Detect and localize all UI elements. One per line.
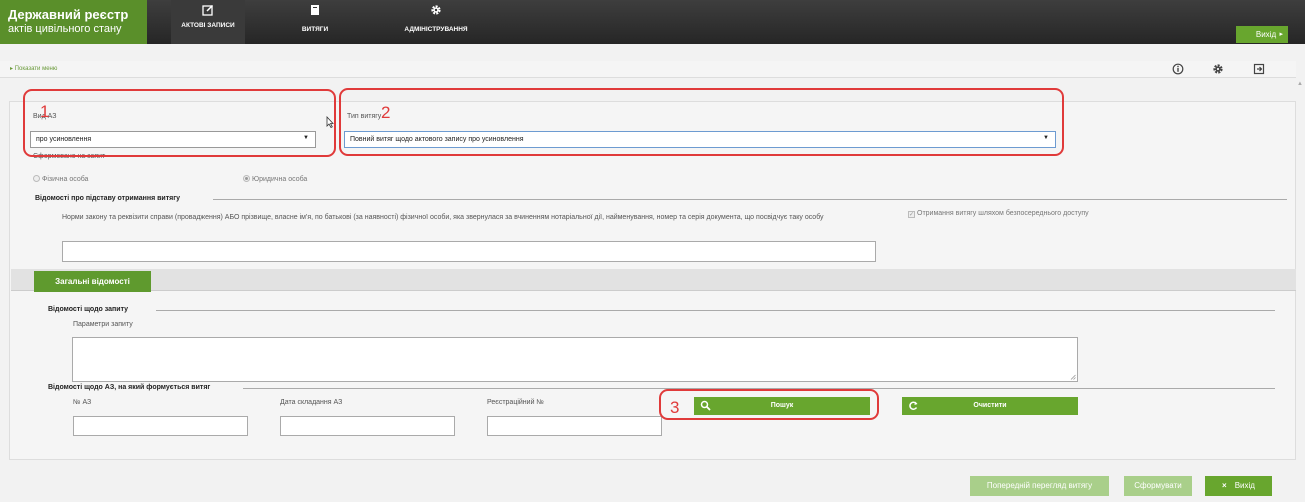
tab-administration-label: АДМІНІСТРУВАННЯ bbox=[404, 26, 468, 33]
checkmark-icon: ✓ bbox=[908, 211, 915, 218]
tab-act-records[interactable]: АКТОВІ ЗАПИСИ bbox=[171, 0, 245, 44]
brand-title: Державний реєстр bbox=[8, 7, 129, 22]
tab-general-info[interactable]: Загальні відомості bbox=[34, 271, 151, 292]
tab-extracts[interactable]: ВИТЯГИ bbox=[286, 0, 344, 44]
direct-access-label: Отримання витягу шляхом безпосереднього … bbox=[917, 210, 1089, 217]
info-icon[interactable] bbox=[1172, 63, 1184, 75]
az-number-label: № АЗ bbox=[73, 399, 92, 406]
close-icon: × bbox=[1222, 481, 1227, 490]
footer-exit-label: Вихід bbox=[1234, 481, 1255, 490]
reg-number-input[interactable] bbox=[487, 416, 662, 436]
top-navigation-bar: Державний реєстр актів цивільного стану … bbox=[0, 0, 1305, 44]
reg-number-label: Реєстраційний № bbox=[487, 399, 544, 406]
annotation-number-2: 2 bbox=[381, 103, 391, 122]
settings-gear-icon[interactable] bbox=[1212, 63, 1224, 75]
annotation-box-1 bbox=[23, 89, 336, 157]
gear-icon bbox=[431, 5, 441, 15]
logout-icon[interactable] bbox=[1253, 63, 1265, 75]
show-menu-link[interactable]: ▸ Показати меню bbox=[10, 65, 57, 72]
clear-button-label: Очистити bbox=[973, 402, 1007, 409]
az-number-input[interactable] bbox=[73, 416, 248, 436]
annotation-number-1: 1 bbox=[40, 102, 50, 121]
top-exit-label: Вихід bbox=[1255, 30, 1277, 39]
section-divider bbox=[213, 199, 1287, 200]
tab-bar bbox=[11, 269, 1296, 291]
basis-input[interactable] bbox=[62, 241, 876, 262]
radio-legal-entity[interactable]: Юридична особа bbox=[243, 175, 307, 183]
az-section-title: Відомості щодо АЗ, на який формується ви… bbox=[48, 384, 211, 391]
radio-circle-icon bbox=[33, 175, 40, 182]
radio-selected-icon bbox=[243, 175, 250, 182]
generate-button[interactable]: Сформувати bbox=[1124, 476, 1192, 496]
edit-icon bbox=[202, 4, 214, 16]
annotation-number-3: 3 bbox=[670, 398, 680, 417]
request-section-title: Відомості щодо запиту bbox=[48, 306, 129, 313]
footer-exit-button[interactable]: × Вихід bbox=[1205, 476, 1272, 496]
clear-button[interactable]: Очистити bbox=[902, 397, 1078, 415]
document-icon bbox=[311, 5, 319, 15]
tab-administration[interactable]: АДМІНІСТРУВАННЯ bbox=[397, 0, 475, 44]
radio-legal-label: Юридична особа bbox=[252, 176, 308, 183]
app-brand[interactable]: Державний реєстр актів цивільного стану bbox=[0, 0, 147, 44]
brand-subtitle: актів цивільного стану bbox=[8, 23, 122, 35]
refresh-icon bbox=[909, 401, 918, 410]
az-date-input[interactable] bbox=[280, 416, 455, 436]
annotation-box-2 bbox=[339, 88, 1064, 156]
direct-access-checkbox[interactable]: ✓ Отримання витягу шляхом безпосереднього… bbox=[908, 210, 1089, 218]
basis-help-text: Норми закону та реквізити справи (провад… bbox=[62, 214, 824, 221]
arrow-right-icon: ▸ bbox=[1279, 31, 1283, 38]
request-params-label: Параметри запиту bbox=[73, 321, 133, 328]
annotation-box-3 bbox=[659, 389, 879, 420]
radio-individual[interactable]: Фізична особа bbox=[33, 175, 88, 183]
scroll-up-arrow-icon[interactable]: ▲ bbox=[1297, 81, 1303, 87]
tab-act-records-label: АКТОВІ ЗАПИСИ bbox=[181, 22, 235, 29]
preview-extract-button[interactable]: Попередній перегляд витягу bbox=[970, 476, 1109, 496]
resize-handle-icon[interactable] bbox=[1070, 374, 1076, 380]
tab-extracts-label: ВИТЯГИ bbox=[301, 26, 329, 33]
top-exit-button[interactable]: Вихід ▸ bbox=[1236, 26, 1288, 43]
sub-toolbar: ▸ Показати меню bbox=[0, 61, 1296, 78]
az-date-label: Дата складання АЗ bbox=[280, 399, 343, 406]
request-params-textarea[interactable] bbox=[72, 337, 1078, 382]
radio-individual-label: Фізична особа bbox=[42, 176, 89, 183]
section-divider bbox=[156, 310, 1275, 311]
basis-section-title: Відомості про підставу отримання витягу bbox=[35, 195, 181, 202]
